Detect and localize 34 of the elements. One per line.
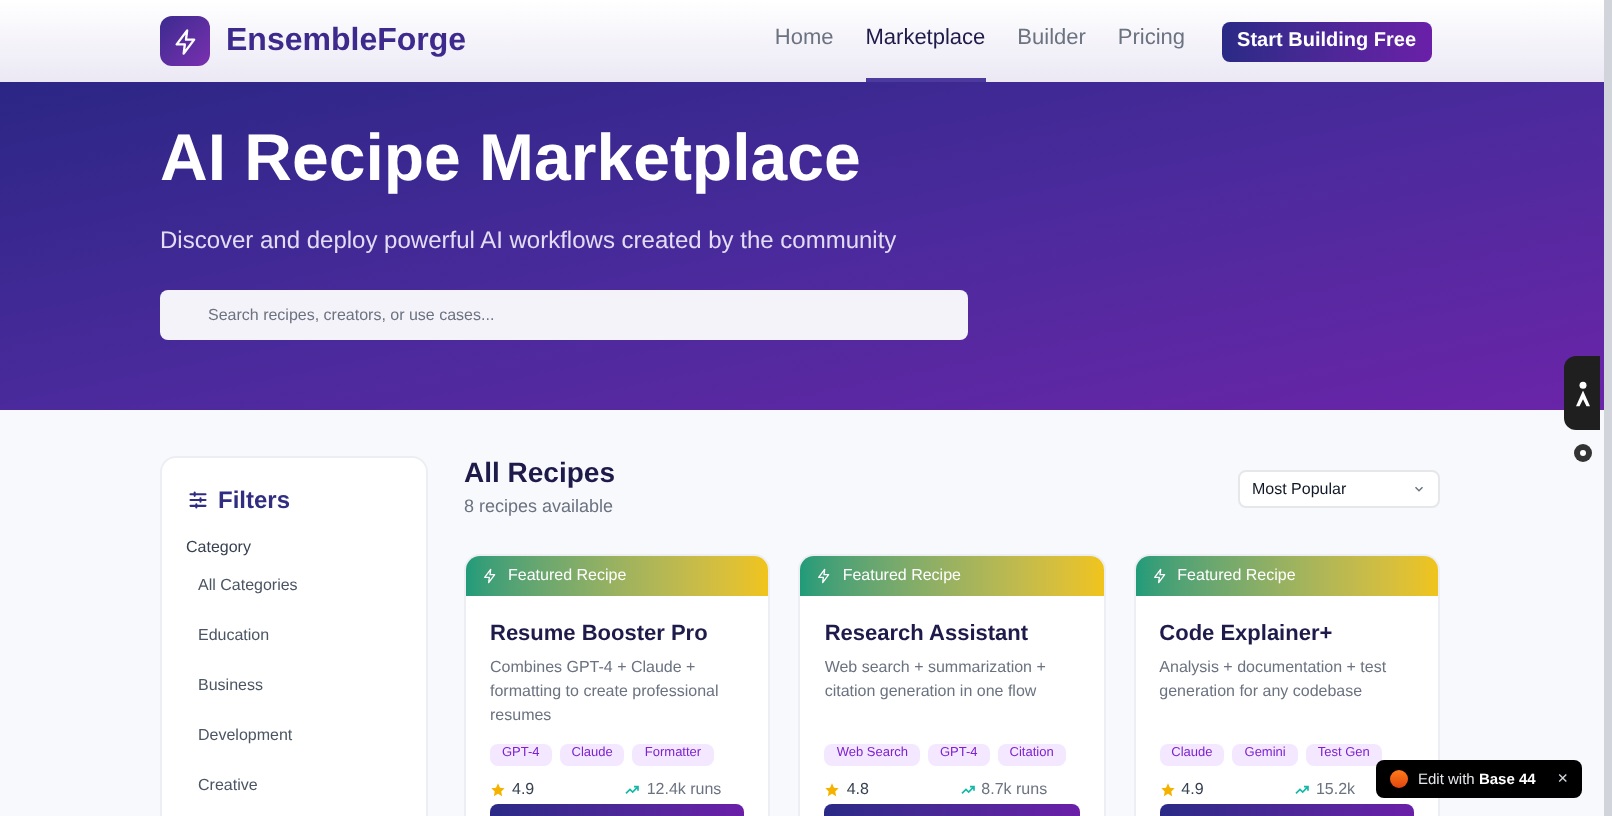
recipe-description: Analysis + documentation + test generation for any codebase: [1159, 655, 1389, 704]
featured-label: Featured Recipe: [508, 563, 627, 587]
brand-name: EnsembleForge: [226, 21, 467, 61]
hero-subtitle: Discover and deploy powerful AI workflows created by the community: [160, 224, 897, 258]
hero-title: AI Recipe Marketplace: [160, 118, 861, 198]
recipe-description: Combines GPT-4 + Claude + formatting to create professional resumes: [490, 655, 721, 727]
rating-value: 4.8: [846, 777, 869, 801]
category-label: Category: [186, 536, 251, 560]
nav-link[interactable]: Home: [774, 0, 834, 82]
featured-label: Featured Recipe: [842, 563, 961, 587]
search-field[interactable]: Search recipes, creators, or use cases...: [160, 290, 968, 340]
run-count: 12.4k runs: [646, 777, 722, 801]
sort-dropdown[interactable]: Most Popular: [1238, 470, 1440, 508]
run-count: 15.2k: [1315, 777, 1356, 801]
recipe-title: Research Assistant: [824, 619, 1031, 647]
recipes-title: All Recipes: [464, 456, 615, 488]
rating-value: 4.9: [1181, 777, 1204, 801]
recipe-count: 8 recipes available: [464, 494, 615, 520]
featured-label: Featured Recipe: [1177, 563, 1296, 587]
category-item[interactable]: Development: [198, 724, 293, 746]
filters-title: Filters: [218, 484, 291, 518]
category-item[interactable]: Creative: [198, 774, 258, 796]
close-icon[interactable]: ×: [1557, 765, 1568, 793]
nav-link[interactable]: Pricing: [1117, 0, 1186, 82]
recipe-title: Resume Booster Pro: [490, 619, 710, 647]
rating-value: 4.9: [512, 777, 535, 801]
run-count: 8.7k runs: [981, 777, 1048, 801]
recipe-description: Web search + summarization + citation generation in one flow: [824, 655, 1048, 704]
nav-link[interactable]: Builder: [1017, 0, 1086, 82]
category-item[interactable]: Business: [198, 674, 263, 696]
category-item[interactable]: Education: [198, 624, 270, 646]
recipe-title: Code Explainer+: [1159, 619, 1335, 647]
category-item[interactable]: All Categories: [198, 574, 298, 596]
start-building-button[interactable]: Start Building Free: [1221, 21, 1432, 61]
